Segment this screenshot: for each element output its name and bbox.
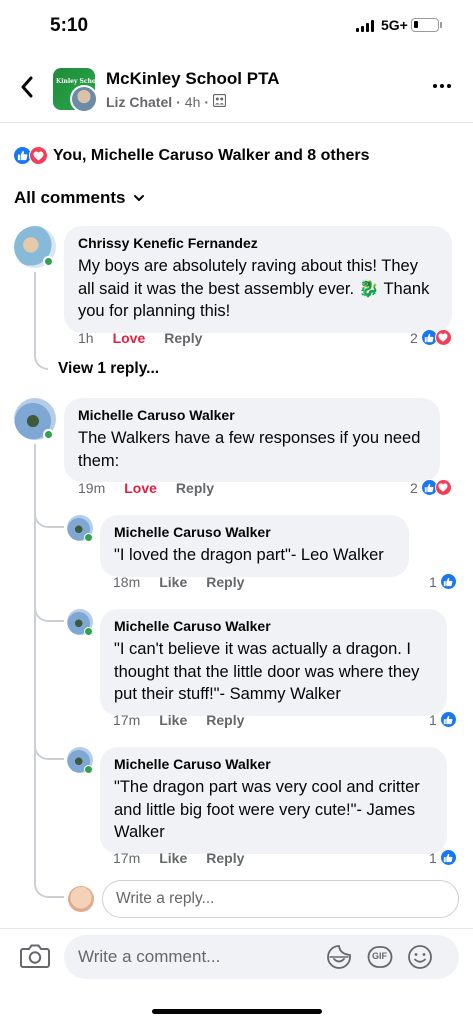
- love-reaction-icon: [434, 479, 452, 496]
- like-reaction-icon: [439, 573, 457, 590]
- reply-button[interactable]: Reply: [206, 850, 244, 866]
- poster-avatar[interactable]: [70, 85, 98, 113]
- online-indicator: [43, 256, 54, 267]
- online-indicator: [84, 627, 93, 636]
- thread-connector: [34, 500, 64, 528]
- like-reaction-icon: [439, 711, 457, 728]
- reply-reaction-count[interactable]: 1: [429, 711, 457, 728]
- thread-connector: [34, 732, 64, 760]
- reply-actions: 17m Like Reply: [113, 850, 244, 866]
- comment-reaction-count[interactable]: 2: [410, 479, 452, 496]
- comment-time: 1h: [78, 330, 94, 346]
- status-time: 5:10: [50, 15, 89, 36]
- like-reaction-icon: [439, 849, 457, 866]
- reaction-count: 1: [429, 573, 437, 590]
- online-indicator: [84, 765, 93, 774]
- comment-bubble: Chrissy Kenefic Fernandez My boys are ab…: [64, 226, 452, 333]
- chevron-down-icon: [134, 195, 145, 201]
- reply-button[interactable]: Reply: [206, 574, 244, 590]
- reply-reaction-count[interactable]: 1: [429, 573, 457, 590]
- like-button[interactable]: Like: [159, 574, 187, 590]
- reply-text: "I can't believe it was actually a drago…: [114, 640, 420, 703]
- like-button[interactable]: Like: [159, 850, 187, 866]
- comment-actions: 1h Love Reply: [78, 330, 202, 346]
- reply-time: 18m: [113, 574, 141, 590]
- signal-icon: [356, 20, 374, 32]
- online-indicator: [84, 533, 93, 542]
- reply-actions: 18m Like Reply: [113, 574, 244, 590]
- comment-bubble: Michelle Caruso Walker The Walkers have …: [64, 398, 440, 482]
- back-chevron-icon[interactable]: [12, 72, 42, 102]
- reply-bubble: Michelle Caruso Walker "I can't believe …: [100, 609, 447, 716]
- reply-bubble: Michelle Caruso Walker "The dragon part …: [100, 747, 447, 854]
- poster-name[interactable]: Liz Chatel: [106, 94, 172, 110]
- battery-icon: [411, 18, 439, 32]
- thread-connector: [34, 348, 48, 370]
- reaction-count: 1: [429, 849, 437, 866]
- reaction-count: 2: [410, 329, 418, 346]
- post-meta: Liz Chatel · 4h ·: [106, 93, 227, 110]
- sticker-icon[interactable]: [326, 944, 352, 970]
- reply-input[interactable]: Write a reply...: [102, 880, 459, 918]
- group-avatar-text: Kinley School P: [56, 78, 109, 85]
- comment-text: The Walkers have a few responses if you …: [78, 429, 421, 470]
- reply-button[interactable]: Reply: [176, 480, 214, 496]
- online-indicator: [43, 429, 54, 440]
- reply-time: 17m: [113, 712, 141, 728]
- status-bar: 5:10 5G+: [0, 0, 473, 52]
- header-divider: [0, 122, 473, 123]
- reaction-count: 1: [429, 711, 437, 728]
- reply-button[interactable]: Reply: [206, 712, 244, 728]
- reply-text: "I loved the dragon part"- Leo Walker: [114, 546, 384, 564]
- post-header: Kinley School P McKinley School PTA Liz …: [0, 52, 473, 122]
- reactions-summary[interactable]: You, Michelle Caruso Walker and 8 others: [13, 146, 370, 165]
- audience-icon: [212, 93, 227, 110]
- comment-input[interactable]: Write a comment...: [78, 947, 220, 967]
- reply-button[interactable]: Reply: [164, 330, 202, 346]
- reactions-summary-text: You, Michelle Caruso Walker and 8 others: [53, 146, 370, 164]
- love-reaction-icon: [434, 329, 452, 346]
- more-icon[interactable]: [433, 84, 451, 88]
- reply-text: "The dragon part was very cool and critt…: [114, 778, 420, 841]
- comment-author[interactable]: Michelle Caruso Walker: [78, 407, 426, 424]
- network-label: 5G+: [381, 17, 408, 33]
- gif-icon[interactable]: GIF: [367, 944, 393, 970]
- thread-connector: [34, 594, 64, 622]
- reply-bubble: Michelle Caruso Walker "I loved the drag…: [100, 515, 409, 577]
- comment-author[interactable]: Chrissy Kenefic Fernandez: [78, 235, 438, 252]
- reply-author[interactable]: Michelle Caruso Walker: [114, 618, 433, 635]
- comment-time: 19m: [78, 480, 106, 496]
- love-reaction-icon: [29, 146, 48, 165]
- comment-filter-label: All comments: [14, 188, 126, 207]
- reply-time: 17m: [113, 850, 141, 866]
- love-button[interactable]: Love: [124, 480, 157, 496]
- battery-cap: [440, 22, 442, 28]
- post-age: 4h: [184, 94, 201, 110]
- meta-separator: ·: [204, 94, 210, 110]
- reply-author[interactable]: Michelle Caruso Walker: [114, 524, 395, 541]
- home-indicator: [152, 1009, 322, 1014]
- reply-author[interactable]: Michelle Caruso Walker: [114, 756, 433, 773]
- reply-actions: 17m Like Reply: [113, 712, 244, 728]
- emoji-icon[interactable]: [407, 944, 433, 970]
- gif-label: GIF: [372, 951, 387, 961]
- comment-reaction-count[interactable]: 2: [410, 329, 452, 346]
- dragon-emoji: 🐉: [358, 279, 380, 298]
- camera-icon[interactable]: [20, 943, 50, 971]
- thread-connector: [34, 870, 64, 898]
- comment-composer[interactable]: Write a comment... GIF: [64, 935, 459, 979]
- reply-reaction-count[interactable]: 1: [429, 849, 457, 866]
- thread-line: [34, 272, 36, 352]
- comment-actions: 19m Love Reply: [78, 480, 214, 496]
- like-button[interactable]: Like: [159, 712, 187, 728]
- meta-separator: ·: [176, 94, 181, 110]
- comment-filter[interactable]: All comments: [14, 188, 145, 208]
- composer-divider: [0, 928, 473, 929]
- view-replies-link[interactable]: View 1 reply...: [58, 360, 159, 378]
- group-name[interactable]: McKinley School PTA: [106, 69, 280, 89]
- love-button[interactable]: Love: [113, 330, 146, 346]
- comment-text: My boys are absolutely raving about this…: [78, 255, 438, 323]
- reaction-count: 2: [410, 479, 418, 496]
- my-avatar: [68, 886, 94, 912]
